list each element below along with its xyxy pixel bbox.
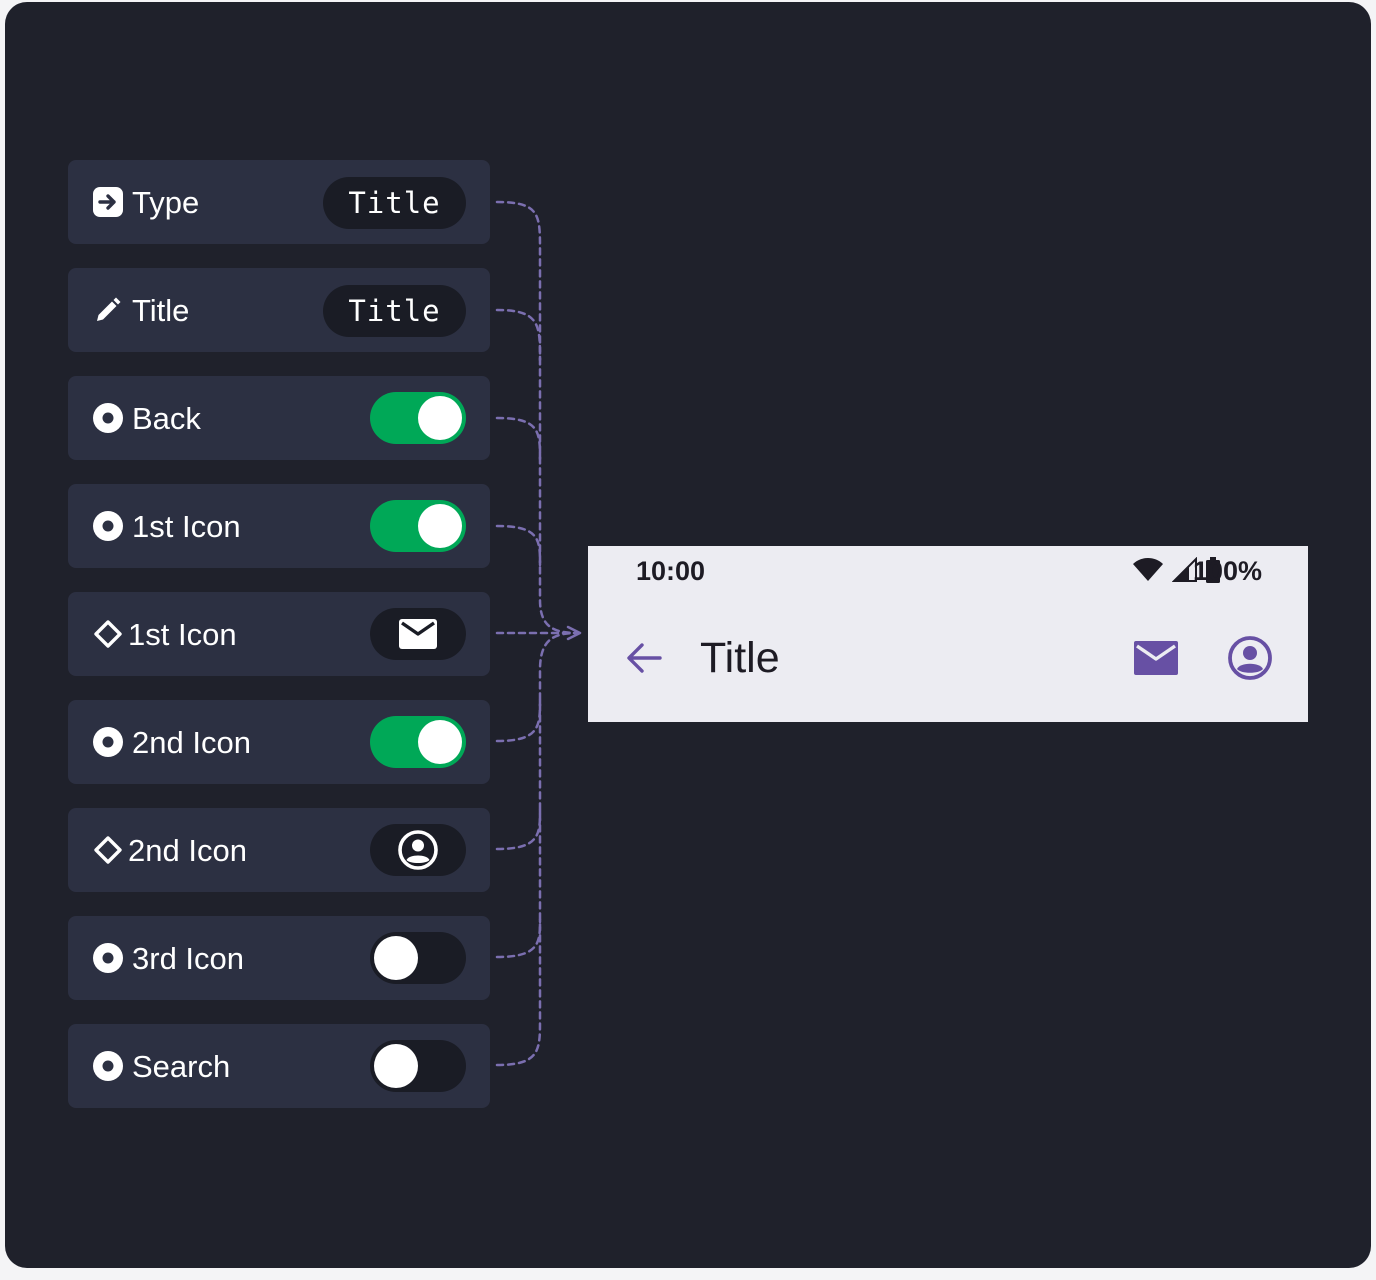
mail-icon <box>399 619 437 649</box>
search-toggle[interactable] <box>370 1040 466 1092</box>
property-label: Back <box>132 401 201 436</box>
boolean-eye-icon <box>93 1051 123 1081</box>
property-label: Search <box>132 1049 231 1084</box>
1st-icon-swap-pill[interactable] <box>370 608 466 660</box>
app-bar-preview: 10:00 100% Title <box>588 546 1308 722</box>
type-value-pill[interactable]: Title <box>323 177 466 229</box>
3rd-icon-toggle[interactable] <box>370 932 466 984</box>
account-circle-icon <box>398 830 438 870</box>
title-value-pill[interactable]: Title <box>323 285 466 337</box>
property-label: Type <box>132 185 200 220</box>
boolean-eye-icon <box>93 943 123 973</box>
2nd-icon-toggle[interactable] <box>370 716 466 768</box>
property-label: 1st Icon <box>132 509 241 544</box>
battery-percent: 100% <box>1192 556 1262 586</box>
property-row-1st-icon-instance[interactable]: 1st Icon <box>68 592 490 676</box>
back-toggle[interactable] <box>370 392 466 444</box>
2nd-icon-swap-pill[interactable] <box>370 824 466 876</box>
property-label: 3rd Icon <box>132 941 245 976</box>
boolean-eye-icon <box>93 511 123 541</box>
1st-icon-toggle[interactable] <box>370 500 466 552</box>
toggle-knob <box>418 720 462 764</box>
wifi-icon <box>1133 558 1163 581</box>
variant-arrow-icon <box>93 187 123 217</box>
instance-diamond-icon <box>94 836 122 864</box>
property-label: 2nd Icon <box>128 833 247 868</box>
status-time: 10:00 <box>636 556 706 586</box>
property-label: 1st Icon <box>128 617 237 652</box>
property-row-title[interactable]: Title Title <box>68 268 490 352</box>
toggle-knob <box>374 936 418 980</box>
property-label: 2nd Icon <box>132 725 251 760</box>
pencil-icon <box>97 297 121 321</box>
property-row-2nd-icon-instance[interactable]: 2nd Icon <box>68 808 490 892</box>
property-row-2nd-icon-toggle[interactable]: 2nd Icon <box>68 700 490 784</box>
property-row-1st-icon-toggle[interactable]: 1st Icon <box>68 484 490 568</box>
toggle-knob <box>374 1044 418 1088</box>
property-row-back[interactable]: Back <box>68 376 490 460</box>
toggle-knob <box>418 396 462 440</box>
instance-diamond-icon <box>94 620 122 648</box>
boolean-eye-icon <box>93 727 123 757</box>
property-row-3rd-icon[interactable]: 3rd Icon <box>68 916 490 1000</box>
app-bar-title: Title <box>700 634 780 682</box>
property-label: Title <box>132 293 190 328</box>
mail-icon[interactable] <box>1132 638 1180 678</box>
toggle-knob <box>418 504 462 548</box>
arrow-back-icon[interactable] <box>622 636 666 680</box>
boolean-eye-icon <box>93 403 123 433</box>
account-circle-icon[interactable] <box>1226 634 1274 682</box>
property-row-search[interactable]: Search <box>68 1024 490 1108</box>
property-row-type[interactable]: Type Title <box>68 160 490 244</box>
